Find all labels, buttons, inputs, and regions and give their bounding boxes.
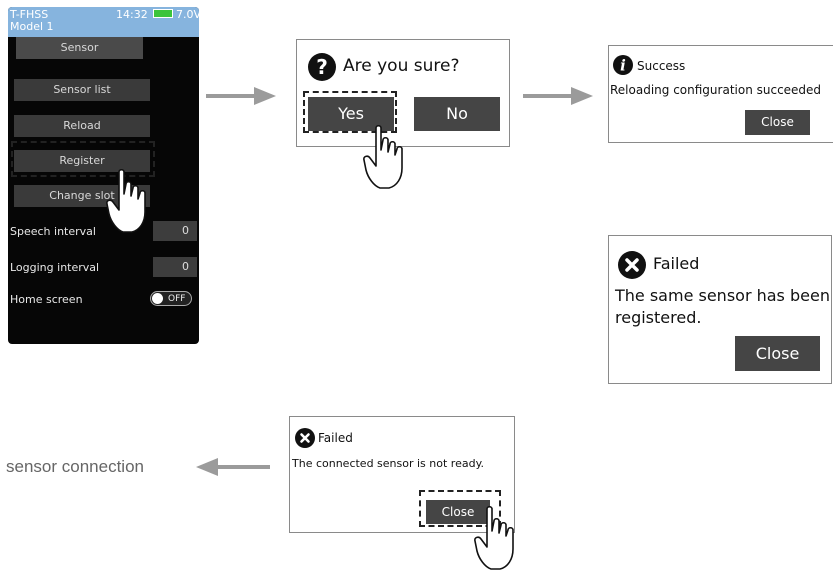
screen-title: Sensor [16,37,143,59]
success-dialog: i Success Reloading configuration succee… [608,45,833,143]
error-icon [618,251,646,279]
dialog-message-line1: The same sensor has been [615,286,830,305]
arrow-left-icon [196,458,218,476]
dialog-title: Success [637,59,686,73]
voltage-label: 7.0V [176,8,199,21]
dialog-message-line2: registered. [615,308,702,327]
reload-button[interactable]: Reload [14,115,150,137]
pointing-hand-icon [106,168,146,233]
battery-icon [153,9,173,18]
logging-interval-value[interactable]: 0 [153,257,197,277]
arrow-shaft [216,465,270,469]
svg-text:?: ? [316,55,328,79]
home-screen-toggle[interactable]: OFF [150,291,192,306]
speech-interval-value[interactable]: 0 [153,221,197,241]
dialog-title: Are you sure? [343,56,460,76]
logging-interval-label: Logging interval [10,261,100,274]
error-icon [295,428,315,448]
arrow-shaft [206,94,256,98]
status-bar: T-FHSS Model 1 14:32 7.0V [8,7,199,37]
arrow-right-icon [571,87,593,105]
info-icon: i [613,55,633,75]
arrow-shaft [523,94,573,98]
svg-text:i: i [620,57,626,75]
close-button[interactable]: Close [735,336,820,371]
pointing-hand-icon [363,124,403,189]
protocol-label: T-FHSS [10,8,49,21]
model-label: Model 1 [10,20,54,33]
failed-dialog: Failed The same sensor has been register… [608,235,832,384]
toggle-knob [152,293,163,304]
dialog-message: The connected sensor is not ready. [292,457,485,470]
arrow-right-icon [254,87,276,105]
speech-interval-label: Speech interval [10,225,96,238]
dialog-title: Failed [318,431,353,445]
sensor-connection-label: sensor connection [6,457,144,476]
question-icon: ? [308,53,336,81]
toggle-state: OFF [168,294,186,304]
home-screen-label: Home screen [10,293,83,306]
clock: 14:32 [116,8,148,21]
dialog-title: Failed [653,254,700,273]
close-button[interactable]: Close [745,110,810,135]
dialog-message: Reloading configuration succeeded [610,83,822,97]
no-button[interactable]: No [414,97,500,131]
sensor-list-button[interactable]: Sensor list [14,79,150,101]
pointing-hand-icon [474,505,514,570]
